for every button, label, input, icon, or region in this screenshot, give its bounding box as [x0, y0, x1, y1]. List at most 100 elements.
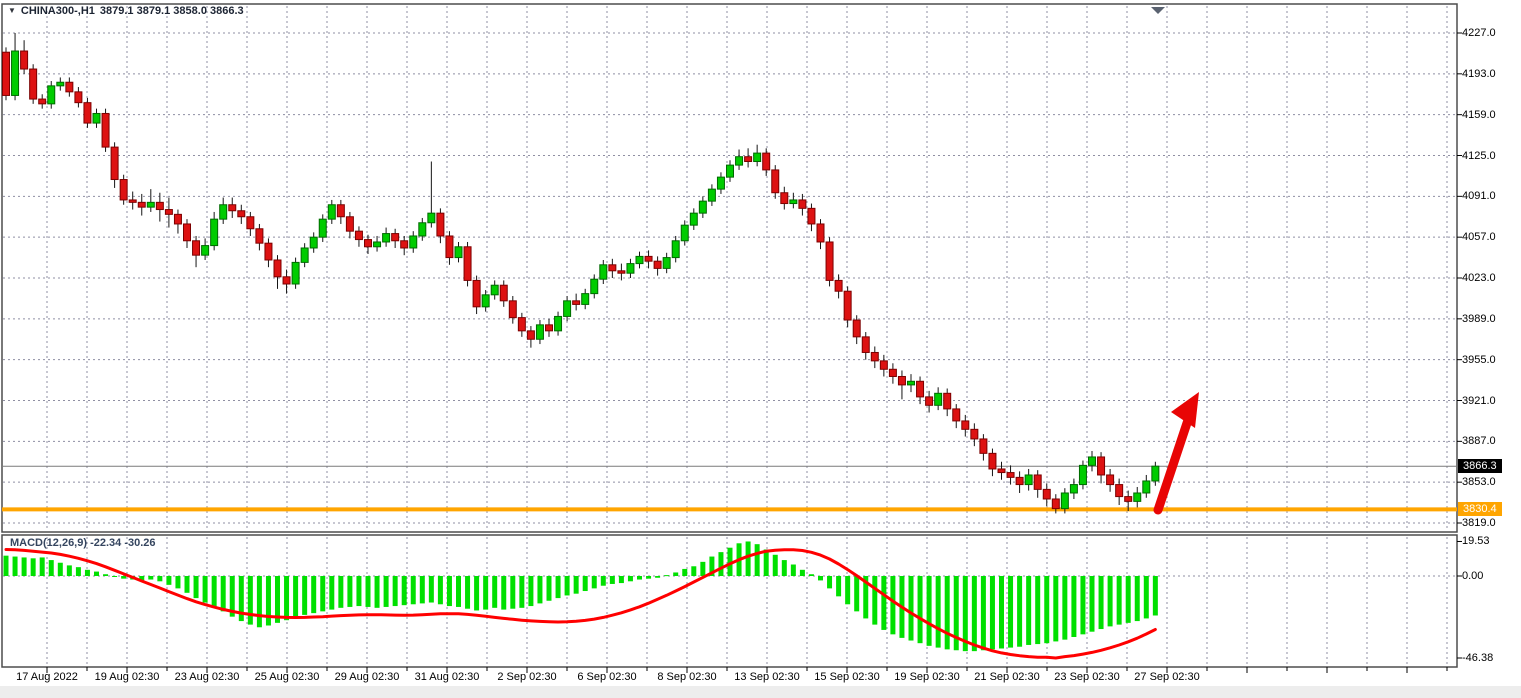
- macd-bar: [293, 576, 298, 618]
- bear-candle: [464, 247, 471, 281]
- bear-candle: [1016, 477, 1023, 484]
- bear-candle: [346, 217, 353, 231]
- bull-candle: [600, 265, 607, 279]
- bear-candle: [763, 153, 770, 170]
- bull-candle: [754, 153, 761, 161]
- macd-bar: [673, 572, 678, 576]
- macd-bar: [583, 576, 588, 591]
- bear-candle: [238, 211, 245, 217]
- chart-title: ▼ CHINA300-,H1 3879.1 3879.1 3858.0 3866…: [8, 5, 244, 17]
- bear-candle: [1125, 497, 1132, 502]
- bear-candle: [998, 469, 1005, 473]
- bear-candle: [437, 213, 444, 236]
- price-tick-label: 4125.0: [1462, 150, 1496, 162]
- bull-candle: [310, 237, 317, 248]
- bull-candle: [292, 262, 299, 284]
- bear-candle: [799, 200, 806, 208]
- time-tick-label: 19 Aug 02:30: [95, 671, 160, 683]
- bull-candle: [699, 201, 706, 213]
- bull-candle: [319, 219, 326, 237]
- macd-bar: [112, 576, 117, 577]
- macd-bar: [528, 576, 533, 606]
- macd-bar: [31, 558, 36, 576]
- macd-bar: [547, 576, 552, 601]
- bear-candle: [274, 260, 281, 277]
- bull-candle: [935, 393, 942, 405]
- macd-bar: [746, 541, 751, 576]
- macd-bar: [248, 576, 253, 625]
- bull-candle: [536, 325, 543, 339]
- bear-candle: [473, 280, 480, 306]
- time-tick-label: 31 Aug 02:30: [415, 671, 480, 683]
- bull-candle: [1089, 457, 1096, 465]
- bear-candle: [509, 301, 516, 318]
- macd-bar: [1062, 576, 1067, 640]
- bear-candle: [165, 210, 172, 215]
- bull-candle: [383, 234, 390, 242]
- macd-bar: [148, 576, 153, 580]
- macd-bar: [157, 576, 162, 581]
- bear-candle: [618, 271, 625, 273]
- macd-bar: [67, 565, 72, 576]
- macd-bar: [773, 555, 778, 576]
- bear-candle: [527, 331, 534, 339]
- bull-candle: [627, 264, 634, 274]
- macd-bar: [393, 576, 398, 606]
- bear-candle: [500, 285, 507, 301]
- macd-bar: [40, 557, 45, 576]
- bear-candle: [75, 92, 82, 103]
- bull-candle: [717, 177, 724, 189]
- bear-candle: [826, 242, 833, 280]
- macd-bar: [212, 576, 217, 607]
- macd-bar: [320, 576, 325, 611]
- macd-bar: [791, 565, 796, 576]
- price-tick-label: 4227.0: [1462, 27, 1496, 39]
- price-tick-label: 3819.0: [1462, 517, 1496, 529]
- bear-candle: [889, 369, 896, 376]
- time-tick-label: 21 Sep 02:30: [974, 671, 1039, 683]
- macd-bar: [1144, 576, 1149, 618]
- bull-candle: [1079, 465, 1086, 484]
- macd-bar: [1017, 576, 1022, 647]
- macd-bar: [556, 576, 561, 598]
- bear-candle: [247, 217, 254, 229]
- macd-bar: [574, 576, 579, 594]
- bear-candle: [355, 231, 362, 239]
- bear-candle: [609, 265, 616, 271]
- macd-bar: [845, 576, 850, 604]
- macd-bar: [510, 576, 515, 609]
- macd-bar: [1117, 576, 1122, 625]
- bull-candle: [727, 165, 734, 177]
- bear-candle: [138, 202, 145, 207]
- macd-bar: [85, 570, 90, 576]
- macd-bar: [429, 576, 434, 603]
- symbol-dropdown-icon[interactable]: ▼: [8, 6, 16, 15]
- bear-candle: [898, 376, 905, 384]
- macd-bar: [565, 576, 570, 595]
- bear-candle: [156, 202, 163, 209]
- bear-candle: [1043, 489, 1050, 499]
- bull-candle: [582, 294, 589, 305]
- macd-bar: [881, 576, 886, 630]
- macd-bar: [655, 576, 660, 578]
- macd-bar: [836, 576, 841, 596]
- bear-candle: [39, 99, 46, 104]
- bear-candle: [654, 261, 661, 268]
- price-tick-label: 3887.0: [1462, 435, 1496, 447]
- price-tick-label: 4057.0: [1462, 231, 1496, 243]
- bear-candle: [283, 277, 290, 284]
- chart-canvas[interactable]: [0, 0, 1521, 698]
- macd-bar: [420, 576, 425, 603]
- macd-bar: [537, 576, 542, 603]
- main-chart-panel[interactable]: [2, 4, 1457, 532]
- bear-candle: [21, 51, 28, 69]
- time-tick-label: 23 Sep 02:30: [1054, 671, 1119, 683]
- macd-bar: [999, 576, 1004, 648]
- bull-candle: [220, 205, 227, 219]
- bull-candle: [455, 247, 462, 258]
- bear-candle: [862, 337, 869, 353]
- current-price-badge: 3866.3: [1458, 459, 1502, 473]
- bear-candle: [546, 325, 553, 331]
- bear-candle: [844, 291, 851, 320]
- bull-candle: [1025, 475, 1032, 485]
